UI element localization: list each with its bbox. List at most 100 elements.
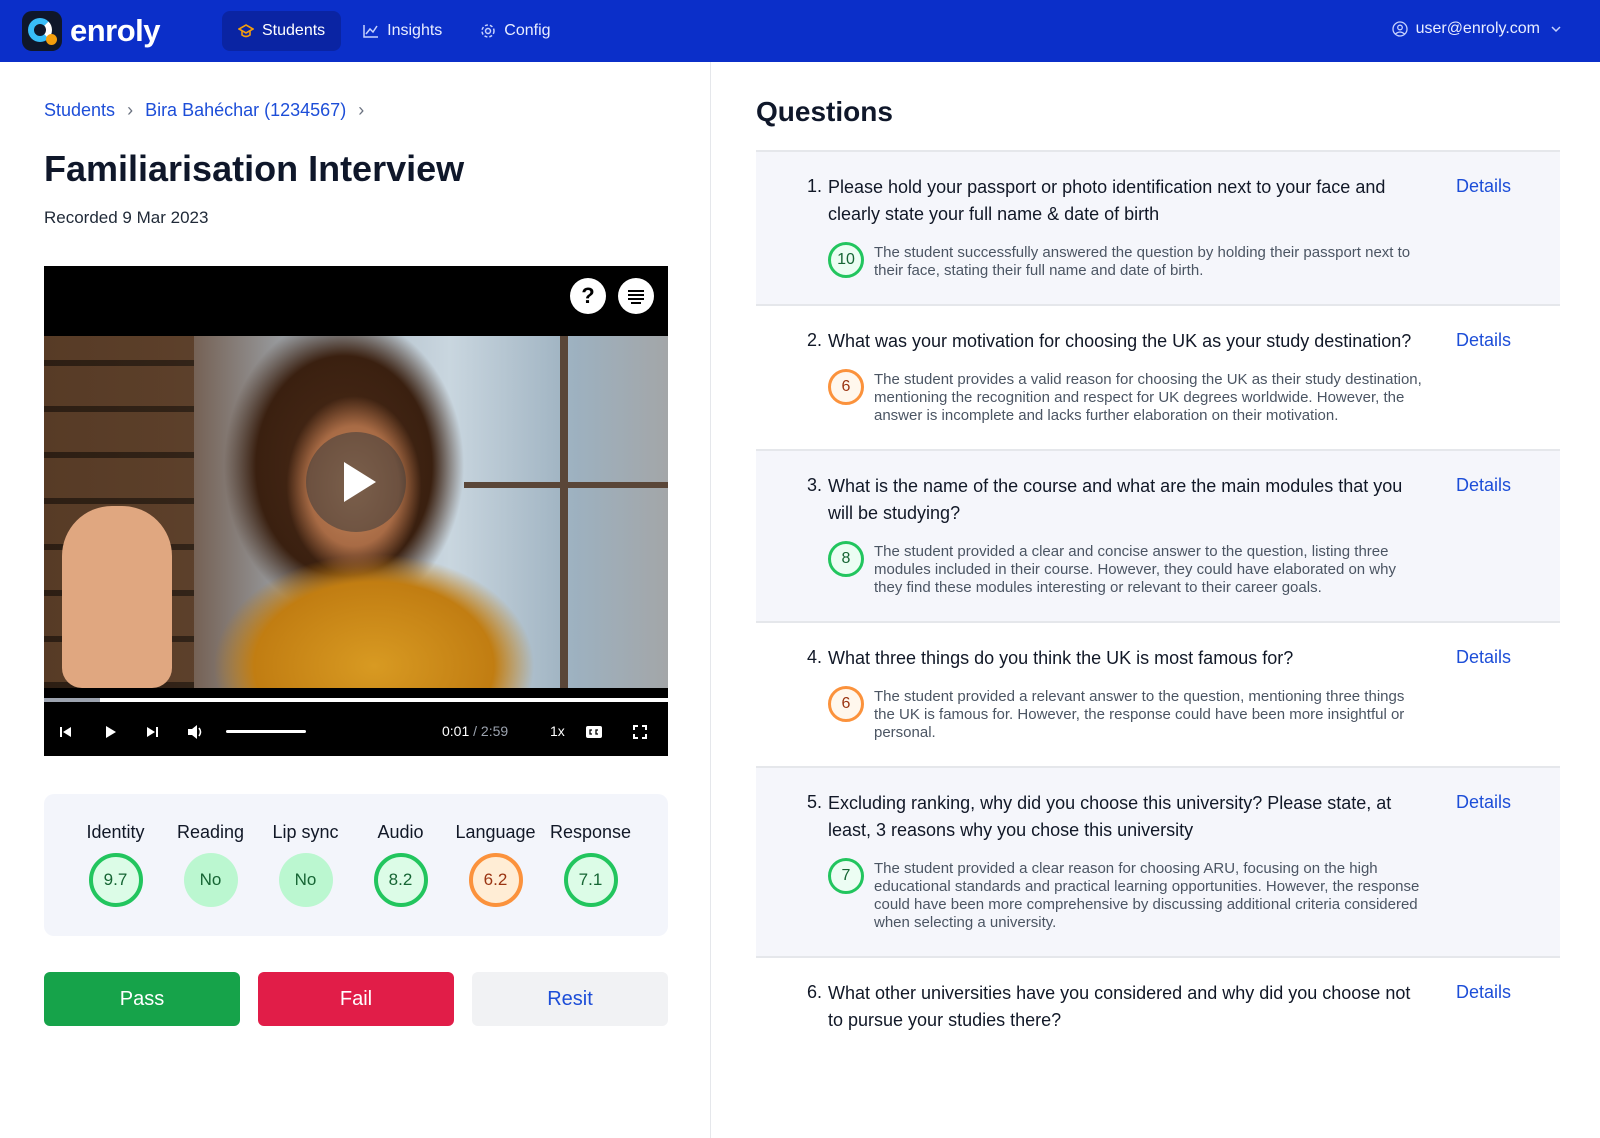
- question-item: 3. What is the name of the course and wh…: [756, 449, 1560, 621]
- resit-button[interactable]: Resit: [472, 972, 668, 1026]
- score-badge: No: [183, 853, 238, 907]
- gear-icon: [481, 24, 496, 38]
- play-overlay-button[interactable]: [306, 432, 406, 532]
- score-badge: 9.7: [88, 853, 143, 907]
- question-summary: The student successfully answered the qu…: [874, 244, 1411, 279]
- score-audio: Audio 8.2: [353, 822, 448, 907]
- recorded-date: Recorded 9 Mar 2023: [44, 208, 209, 227]
- enroly-logo-icon: [22, 11, 62, 51]
- question-text: What other universities have you conside…: [828, 983, 1411, 1030]
- enroly-logo[interactable]: enroly: [22, 11, 161, 51]
- volume-slider[interactable]: [226, 730, 306, 733]
- score-badge: 6.2: [468, 853, 523, 907]
- score-response: Response 7.1: [543, 822, 638, 907]
- question-score-badge: 6: [828, 686, 864, 722]
- skip-back-icon[interactable]: [54, 720, 78, 744]
- details-link[interactable]: Details: [1456, 982, 1511, 1003]
- chevron-down-icon: [1551, 26, 1561, 33]
- score-identity: Identity 9.7: [68, 822, 163, 907]
- skip-forward-icon[interactable]: [140, 720, 164, 744]
- fullscreen-icon[interactable]: [628, 720, 652, 744]
- question-evaluation: 7 The student provided a clear reason fo…: [828, 858, 1428, 932]
- play-icon[interactable]: [98, 720, 122, 744]
- score-lip-sync: Lip sync No: [258, 822, 353, 907]
- score-language: Language 6.2: [448, 822, 543, 907]
- score-badge: No: [278, 853, 333, 907]
- progress-played: [44, 698, 101, 702]
- question-item: 4. What three things do you think the UK…: [756, 621, 1560, 766]
- questions-title: Questions: [756, 96, 893, 127]
- details-link[interactable]: Details: [1456, 647, 1511, 668]
- breadcrumb: Students › Bira Bahéchar (1234567) ›: [44, 100, 364, 121]
- help-icon[interactable]: ?: [570, 278, 606, 314]
- question-number: 2.: [806, 330, 822, 350]
- question-text: Please hold your passport or photo ident…: [828, 177, 1386, 224]
- graduation-icon: [238, 24, 254, 38]
- time-display: 0:01 / 2:59: [442, 723, 508, 739]
- question-score-badge: 7: [828, 858, 864, 894]
- nav-config-label: Config: [504, 22, 551, 39]
- nav-insights-label: Insights: [387, 22, 443, 39]
- nav-students[interactable]: Students: [222, 11, 342, 51]
- score-label: Lip sync: [272, 822, 339, 842]
- video-player[interactable]: ? 0:01 / 2:59 1x: [44, 266, 668, 756]
- question-summary: The student provides a valid reason for …: [874, 371, 1422, 424]
- question-item: 2. What was your motivation for choosing…: [756, 304, 1560, 449]
- details-link[interactable]: Details: [1456, 330, 1511, 351]
- question-number: 4.: [806, 647, 822, 667]
- captions-icon[interactable]: [582, 720, 606, 744]
- breadcrumb-students[interactable]: Students: [44, 100, 115, 121]
- playback-speed[interactable]: 1x: [550, 723, 565, 739]
- question-number: 6.: [806, 982, 822, 1002]
- score-label: Reading: [176, 822, 245, 842]
- question-evaluation: 10 The student successfully answered the…: [828, 242, 1428, 280]
- score-reading: Reading No: [163, 822, 258, 907]
- time-separator: /: [473, 723, 478, 739]
- score-label: Response: [549, 822, 632, 842]
- fail-button[interactable]: Fail: [258, 972, 454, 1026]
- current-time: 0:01: [442, 723, 470, 739]
- question-number: 1.: [806, 176, 822, 196]
- details-link[interactable]: Details: [1456, 176, 1511, 197]
- question-evaluation: 8 The student provided a clear and conci…: [828, 541, 1428, 597]
- nav-config[interactable]: Config: [464, 11, 566, 51]
- volume-icon[interactable]: [184, 720, 208, 744]
- user-icon: [1391, 21, 1408, 37]
- pass-button[interactable]: Pass: [44, 972, 240, 1026]
- question-item: 5. Excluding ranking, why did you choose…: [756, 766, 1560, 956]
- user-menu[interactable]: user@enroly.com: [1391, 20, 1564, 38]
- chart-icon: [363, 25, 379, 38]
- question-score-badge: 6: [828, 369, 864, 405]
- question-text: What is the name of the course and what …: [828, 476, 1403, 523]
- video-frame[interactable]: [44, 336, 668, 688]
- chevron-right-icon: ›: [127, 100, 134, 120]
- breadcrumb-student[interactable]: Bira Bahéchar (1234567): [145, 100, 346, 121]
- question-score-badge: 10: [828, 242, 864, 278]
- brand-name: enroly: [70, 13, 161, 48]
- question-item: 1. Please hold your passport or photo id…: [756, 150, 1560, 304]
- score-label: Audio: [377, 822, 424, 842]
- video-top-bar: ?: [44, 266, 668, 336]
- question-number: 3.: [806, 475, 822, 495]
- nav-insights[interactable]: Insights: [347, 11, 458, 51]
- question-score-badge: 8: [828, 541, 864, 577]
- score-label: Language: [455, 822, 536, 842]
- details-link[interactable]: Details: [1456, 475, 1511, 496]
- transcript-icon[interactable]: [618, 278, 654, 314]
- nav-students-label: Students: [262, 22, 326, 39]
- question-text: What three things do you think the UK is…: [828, 648, 1294, 668]
- question-summary: The student provided a relevant answer t…: [874, 688, 1405, 741]
- question-number: 5.: [806, 792, 822, 812]
- question-evaluation: 6 The student provides a valid reason fo…: [828, 369, 1428, 425]
- score-badge: 7.1: [563, 853, 618, 907]
- score-summary: Identity 9.7 Reading No Lip sync No Audi…: [44, 794, 668, 936]
- score-badge: 8.2: [373, 853, 428, 907]
- questions-list: 1. Please hold your passport or photo id…: [756, 150, 1560, 1058]
- video-progress-bar[interactable]: [44, 698, 668, 702]
- question-text: What was your motivation for choosing th…: [828, 331, 1412, 351]
- video-controls: 0:01 / 2:59 1x: [44, 710, 668, 754]
- details-link[interactable]: Details: [1456, 792, 1511, 813]
- duration: 2:59: [480, 723, 509, 739]
- page-title: Familiarisation Interview: [44, 148, 465, 189]
- user-email: user@enroly.com: [1415, 20, 1540, 37]
